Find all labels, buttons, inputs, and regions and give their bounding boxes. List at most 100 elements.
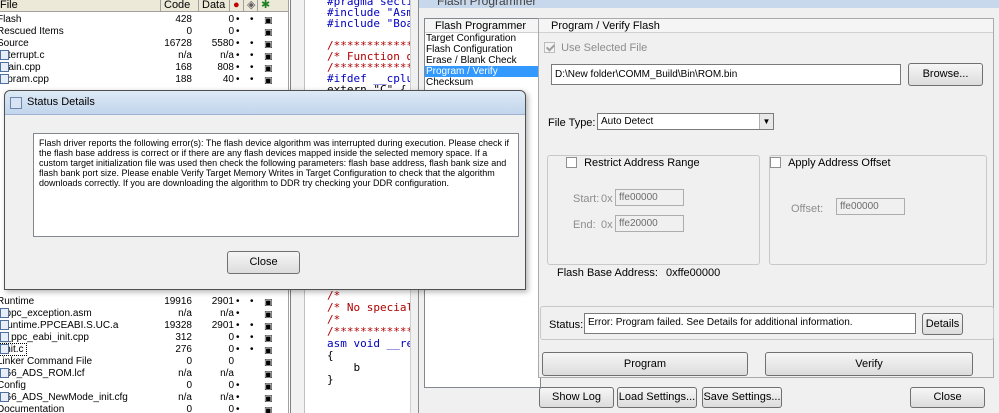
nav-item-target-configuration[interactable]: Target Configuration bbox=[425, 33, 540, 44]
target-marker[interactable]: • bbox=[250, 320, 254, 332]
browse-button[interactable]: Browse... bbox=[908, 63, 983, 86]
file-row[interactable]: Dpram.cpp 188 40 • • ▣ bbox=[0, 74, 288, 86]
file-name-text: Flash bbox=[0, 14, 22, 25]
debug-marker[interactable]: • bbox=[236, 332, 240, 344]
file-data-size: n/a bbox=[220, 50, 234, 61]
build-check-icon[interactable]: ▣ bbox=[264, 74, 273, 86]
file-row[interactable]: Runtime.PPCEABI.S.UC.a 19328 2901 • • ▣ bbox=[0, 320, 288, 332]
load-settings-button[interactable]: Load Settings... bbox=[617, 387, 697, 408]
apply-offset-checkbox[interactable]: Apply Address Offset bbox=[770, 157, 891, 169]
build-check-icon[interactable]: ▣ bbox=[264, 50, 273, 62]
restrict-range-checkbox[interactable]: Restrict Address Range bbox=[566, 157, 700, 169]
program-button[interactable]: Program bbox=[542, 352, 748, 376]
dialog-title: Status Details bbox=[27, 96, 95, 108]
file-row[interactable]: 866_ADS_NewMode_init.cfg n/a n/a • ▣ bbox=[0, 392, 288, 404]
nav-item-flash-configuration[interactable]: Flash Configuration bbox=[425, 44, 540, 55]
file-type-select[interactable]: Auto Detect ▼ bbox=[597, 113, 774, 130]
file-row[interactable]: Source 16728 5580 • • ▣ bbox=[0, 38, 288, 50]
debug-marker[interactable]: • bbox=[236, 380, 240, 392]
show-log-button[interactable]: Show Log bbox=[539, 387, 614, 408]
build-check-icon[interactable]: ▣ bbox=[264, 308, 273, 320]
nav-item-checksum[interactable]: Checksum bbox=[425, 77, 540, 88]
target-marker[interactable]: • bbox=[250, 14, 254, 26]
debug-marker[interactable]: • bbox=[236, 38, 240, 50]
file-row[interactable]: init.c 276 0 • • ▣ bbox=[0, 343, 288, 356]
file-name-text: eppc_exception.asm bbox=[0, 308, 92, 319]
debug-marker[interactable]: • bbox=[236, 308, 240, 320]
file-row[interactable]: eppc_exception.asm n/a n/a • ▣ bbox=[0, 308, 288, 320]
build-check-icon[interactable]: ▣ bbox=[264, 14, 273, 26]
target-marker[interactable]: • bbox=[250, 62, 254, 74]
flash-base-value: 0xffe00000 bbox=[666, 267, 721, 279]
code-line: #include "Boar bbox=[327, 17, 418, 30]
restrict-range-group bbox=[547, 155, 760, 265]
build-check-icon[interactable]: ▣ bbox=[264, 344, 273, 356]
debug-marker[interactable]: • bbox=[236, 296, 240, 308]
column-header-file[interactable]: File bbox=[0, 0, 18, 11]
build-check-icon[interactable]: ▣ bbox=[264, 38, 273, 50]
debug-marker[interactable]: • bbox=[236, 320, 240, 332]
debug-marker[interactable]: • bbox=[236, 404, 240, 413]
debug-marker[interactable]: • bbox=[236, 74, 240, 86]
debug-column-icon[interactable]: ● bbox=[229, 0, 243, 11]
target-marker[interactable]: • bbox=[250, 50, 254, 62]
file-row[interactable]: Flash4280••▣ bbox=[0, 14, 288, 26]
end-address-input[interactable]: ffe20000 bbox=[615, 215, 684, 232]
status-output: Error: Program failed. See Details for a… bbox=[584, 313, 916, 334]
end-label: End: bbox=[573, 219, 596, 231]
build-check-icon[interactable]: ▣ bbox=[264, 320, 273, 332]
target-marker[interactable]: • bbox=[250, 74, 254, 86]
target-column-icon[interactable]: ◈ bbox=[243, 0, 257, 11]
column-header-code[interactable]: Code bbox=[160, 0, 198, 11]
file-data-size: 5580 bbox=[211, 38, 234, 49]
build-check-icon[interactable]: ▣ bbox=[264, 356, 273, 368]
file-row[interactable]: Documentation 0 0 • ▣ bbox=[0, 404, 288, 413]
file-row[interactable]: Linker Command File 0 0 ▣ bbox=[0, 356, 288, 368]
use-selected-file-checkbox[interactable]: Use Selected File bbox=[544, 42, 647, 54]
offset-input[interactable]: ffe00000 bbox=[836, 198, 905, 215]
target-marker[interactable]: • bbox=[250, 332, 254, 344]
verify-button[interactable]: Verify bbox=[765, 352, 973, 376]
file-row[interactable]: Runtime 19916 2901 • • ▣ bbox=[0, 296, 288, 308]
debug-marker[interactable]: • bbox=[236, 26, 240, 38]
file-row[interactable]: interrupt.c n/a n/a • • ▣ bbox=[0, 50, 288, 62]
close-button[interactable]: Close bbox=[910, 387, 985, 408]
file-path-input[interactable]: D:\New folder\COMM_Build\Bin\ROM.bin bbox=[551, 64, 901, 85]
file-row[interactable]: 866_ADS_ROM.lcf n/a n/a ▣ bbox=[0, 368, 288, 380]
nav-item-program-verify[interactable]: Program / Verify bbox=[425, 66, 540, 77]
build-check-icon[interactable]: ▣ bbox=[264, 368, 273, 380]
file-name: interrupt.c bbox=[0, 50, 44, 62]
dialog-close-button[interactable]: Close bbox=[227, 251, 300, 274]
build-check-icon[interactable]: ▣ bbox=[264, 296, 273, 308]
debug-marker[interactable]: • bbox=[236, 344, 240, 356]
build-check-icon[interactable]: ▣ bbox=[264, 404, 273, 413]
build-check-icon[interactable]: ▣ bbox=[264, 392, 273, 404]
save-settings-button[interactable]: Save Settings... bbox=[702, 387, 782, 408]
build-check-icon[interactable]: ▣ bbox=[264, 62, 273, 74]
file-type-value: Auto Detect bbox=[601, 116, 654, 127]
nav-item-erase-blank-check[interactable]: Erase / Blank Check bbox=[425, 55, 540, 66]
target-marker[interactable]: • bbox=[250, 38, 254, 50]
details-button[interactable]: Details bbox=[922, 313, 963, 335]
target-marker[interactable]: • bbox=[250, 296, 254, 308]
debug-marker[interactable]: • bbox=[236, 14, 240, 26]
file-data-size: 0 bbox=[228, 344, 234, 355]
file-row[interactable]: Config00•▣ bbox=[0, 380, 288, 392]
debug-marker[interactable]: • bbox=[236, 392, 240, 404]
dialog-titlebar[interactable]: Status Details bbox=[5, 91, 525, 115]
build-check-icon[interactable]: ▣ bbox=[264, 332, 273, 344]
column-header-data[interactable]: Data bbox=[198, 0, 228, 11]
file-code-size: n/a bbox=[178, 50, 192, 61]
build-column-icon[interactable]: ✱ bbox=[257, 0, 273, 11]
debug-marker[interactable]: • bbox=[236, 62, 240, 74]
target-marker[interactable]: • bbox=[250, 344, 254, 356]
chevron-down-icon[interactable]: ▼ bbox=[759, 114, 773, 129]
window-icon bbox=[10, 97, 22, 109]
file-row[interactable]: __ppc_eabi_init.cpp 312 0 • • ▣ bbox=[0, 332, 288, 344]
build-check-icon[interactable]: ▣ bbox=[264, 380, 273, 392]
build-check-icon[interactable]: ▣ bbox=[264, 26, 273, 38]
file-row[interactable]: Rescued Items 0 0 • ▣ bbox=[0, 26, 288, 38]
start-address-input[interactable]: ffe00000 bbox=[615, 189, 684, 206]
file-row[interactable]: main.cpp 168 808 • • ▣ bbox=[0, 62, 288, 74]
debug-marker[interactable]: • bbox=[236, 50, 240, 62]
